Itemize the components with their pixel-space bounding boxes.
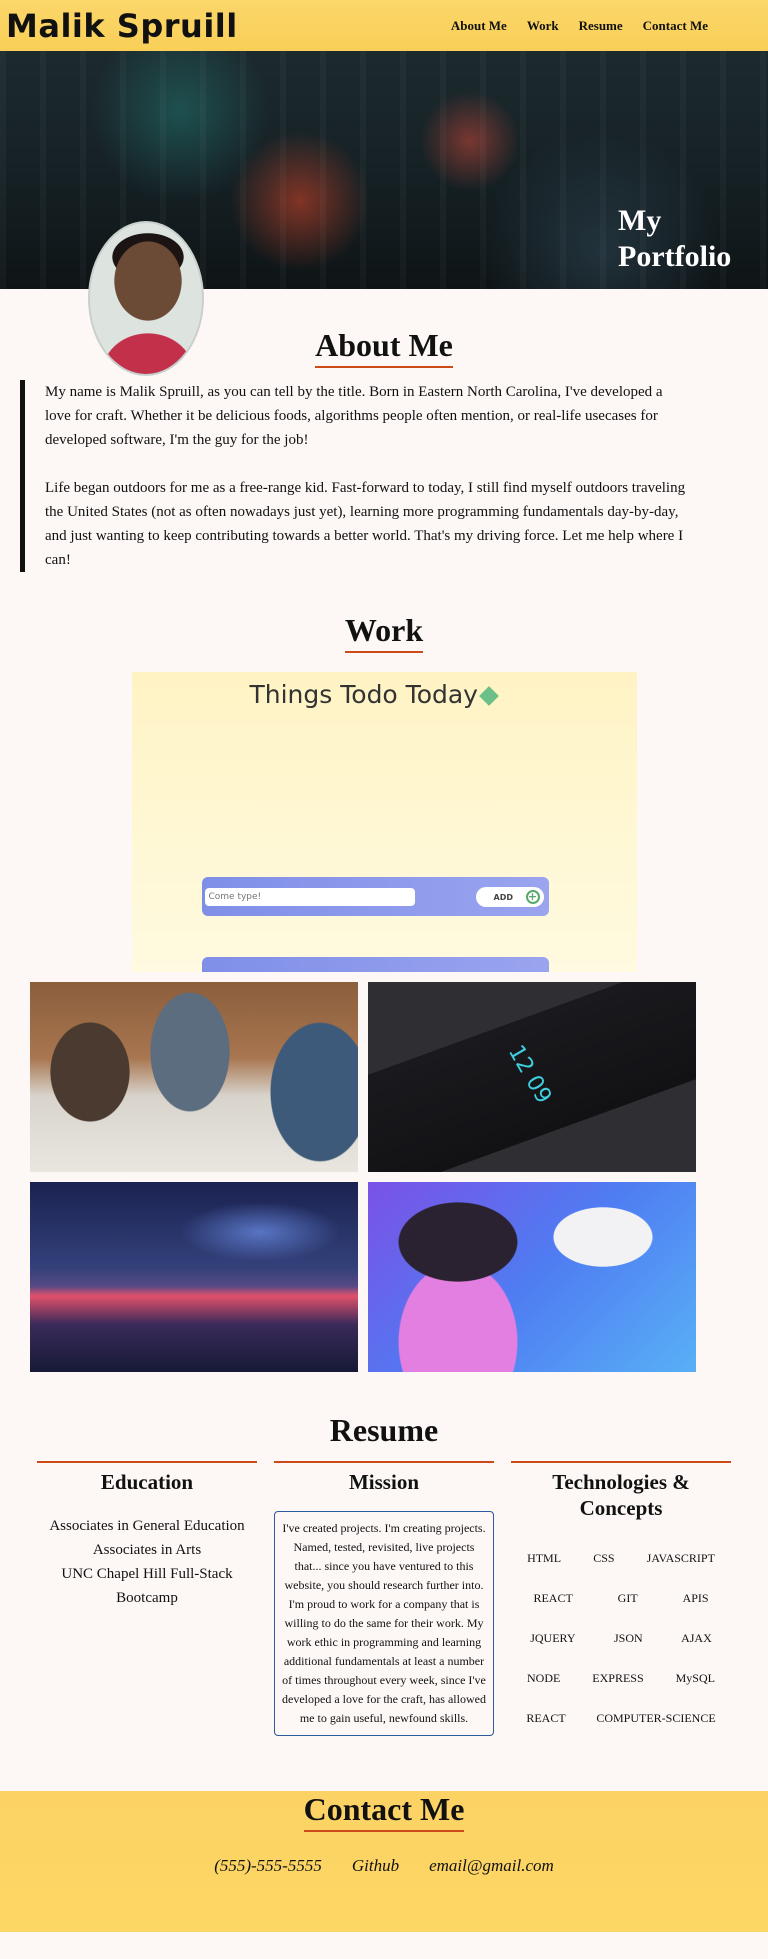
email-link[interactable]: email@gmail.com [429,1856,554,1876]
plus-circle-icon: + [525,890,540,904]
technologies-column: Technologies & Concepts HTML CSS JAVASCR… [511,1461,731,1736]
todo-list-bar [201,957,549,972]
resume-title: Resume [329,1412,439,1448]
project-image-phone[interactable]: 12 09 [368,982,696,1172]
title-underline [315,366,453,368]
todo-title-text: Things Todo Today [249,680,478,709]
nav-link-work[interactable]: Work [527,18,559,34]
contact-title-text: Contact Me [303,1791,465,1827]
nav-link-contact[interactable]: Contact Me [643,18,708,34]
project-image-vr[interactable] [368,1182,696,1372]
todo-input[interactable] [204,888,415,906]
tech-item: APIS [682,1591,709,1605]
main-nav: About Me Work Resume Contact Me [451,18,708,34]
hero-banner: My Portfolio [0,51,768,376]
contact-links: (555)-555-5555 Github email@gmail.com [0,1856,768,1876]
title-underline [304,1830,464,1832]
work-title-text: Work [344,612,424,648]
education-item: Associates in Arts [92,1542,202,1558]
todo-add-label: ADD [493,892,513,902]
tech-item: JAVASCRIPT [646,1551,715,1565]
site-header: Malik Spruill About Me Work Resume Conta… [0,0,768,51]
work-section: Work Things Todo Today ADD + 12 09 [0,572,768,1372]
profile-avatar [88,221,204,376]
about-blockquote: My name is Malik Spruill, as you can tel… [20,380,768,572]
resume-columns: Education Associates in General Educatio… [37,1461,731,1736]
tech-item: REACT [526,1711,566,1725]
phone-link[interactable]: (555)-555-5555 [214,1856,322,1876]
education-item: Associates in General Education [49,1518,245,1534]
todo-input-bar: ADD + [201,877,549,916]
todo-add-button[interactable]: ADD + [475,887,544,907]
resume-section: Resume Education Associates in General E… [0,1372,768,1736]
contact-title: Contact Me [0,1791,768,1832]
tech-item: JSON [613,1631,643,1645]
tech-item: JQUERY [530,1631,576,1645]
tech-item: CSS [593,1551,615,1565]
education-heading: Education [37,1461,257,1495]
education-column: Education Associates in General Educatio… [37,1461,257,1736]
todo-title: Things Todo Today [249,680,499,709]
hero-title: My Portfolio [618,204,732,273]
phone-clock-text: 12 09 [502,1040,557,1109]
tech-item: REACT [533,1591,573,1605]
tech-item: EXPRESS [592,1671,644,1685]
tech-item: NODE [526,1671,561,1685]
education-item: UNC Chapel Hill Full-Stack Bootcamp [61,1566,233,1606]
project-gallery: 12 09 [30,982,696,1372]
tech-item: MySQL [675,1671,715,1685]
mission-heading: Mission [274,1461,494,1495]
brand-name[interactable]: Malik Spruill [6,7,238,45]
cube-icon [479,686,499,706]
tech-item: COMPUTER-SCIENCE [596,1711,716,1725]
tech-item: HTML [527,1551,562,1565]
project-image-bridge[interactable] [30,1182,358,1372]
todo-app-preview[interactable]: Things Todo Today ADD + [131,672,637,972]
tech-item: GIT [617,1591,638,1605]
about-paragraph: Life began outdoors for me as a free-ran… [45,480,686,568]
contact-section: Contact Me (555)-555-5555 Github email@g… [0,1791,768,1932]
mission-text: I've created projects. I'm creating proj… [274,1511,494,1736]
technologies-list: HTML CSS JAVASCRIPT REACT GIT APIS JQUER… [511,1549,731,1728]
nav-link-resume[interactable]: Resume [579,18,623,34]
mission-column: Mission I've created projects. I'm creat… [274,1461,494,1736]
education-list: Associates in General Education Associat… [37,1514,257,1610]
about-paragraph: My name is Malik Spruill, as you can tel… [45,384,663,448]
work-title: Work [0,612,768,653]
project-image-team[interactable] [30,982,358,1172]
about-title-text: About Me [315,327,453,363]
tech-item: AJAX [681,1631,712,1645]
technologies-heading: Technologies & Concepts [511,1461,731,1521]
nav-link-about[interactable]: About Me [451,18,507,34]
title-underline [345,651,423,653]
github-link[interactable]: Github [352,1856,399,1876]
